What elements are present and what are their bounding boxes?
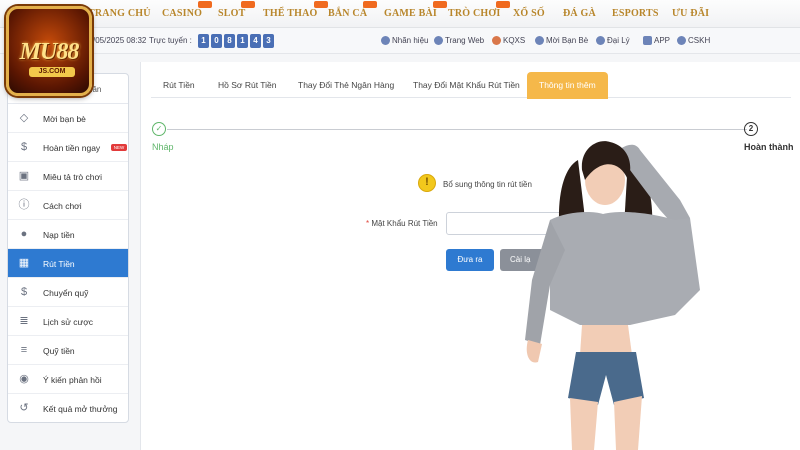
sidebar-item-bet-history[interactable]: ≣ Lịch sử cược (8, 307, 128, 336)
step-number: 2 (744, 122, 758, 136)
nav-item-promotions[interactable]: ƯU ĐÃI (672, 8, 709, 19)
clock-history-icon: ↺ (19, 402, 29, 414)
top-nav: TRANG CHỦ CASINO SLOT THỂ THAO BẮN CÁ GA… (0, 0, 800, 28)
new-badge: NEW (111, 144, 127, 151)
cash-icon: ≡ (20, 344, 28, 356)
fire-icon (492, 36, 501, 45)
sidebar-item-draw-results[interactable]: ↺ Kết quả mở thưởng (8, 394, 128, 423)
transfer-icon: $ (20, 286, 28, 298)
nav-item-lottery[interactable]: XỔ SỐ (513, 8, 545, 19)
hot-badge (496, 1, 511, 8)
tab-more-info[interactable]: Thông tin thêm (527, 72, 608, 99)
check-icon: ✓ (152, 122, 166, 136)
online-label: Trực tuyến : (149, 36, 192, 45)
sidebar-item-how-to-play[interactable]: ⓘ Cách chơi (8, 191, 128, 220)
sidebar-item-cashback[interactable]: $ Hoàn tiền ngay NEW (8, 133, 128, 162)
online-digit: 8 (224, 34, 235, 48)
tab-withdraw-history[interactable]: Hồ Sơ Rút Tiền (218, 80, 277, 90)
sidebar-item-deposit[interactable]: ● Nạp tiền (8, 220, 128, 249)
step-complete-label: Hoàn thành (744, 142, 794, 152)
nav-item-cockfight[interactable]: ĐÁ GÀ (563, 8, 596, 19)
sidebar-item-feedback[interactable]: ◉ Ý kiến phản hồi (8, 365, 128, 394)
link-brand[interactable]: Nhãn hiệu (381, 36, 428, 45)
hot-badge (198, 1, 213, 8)
online-digit: 1 (198, 34, 209, 48)
nav-item-fishing[interactable]: BẮN CÁ (328, 1, 378, 19)
info-icon: ⓘ (18, 199, 30, 211)
brand-icon (381, 36, 390, 45)
sidebar-item-withdraw[interactable]: ▦ Rút Tiền (8, 249, 128, 278)
sidebar-item-funds[interactable]: ≡ Quỹ tiền (8, 336, 128, 365)
nav-item-card-games[interactable]: GAME BÀI (384, 1, 447, 19)
tab-bar: Rút Tiền Hồ Sơ Rút Tiền Thay Đổi Thẻ Ngâ… (151, 72, 791, 99)
tab-change-withdraw-password[interactable]: Thay Đổi Mật Khẩu Rút Tiền (413, 80, 520, 90)
nav-item-sports[interactable]: THỂ THAO (263, 1, 328, 19)
piggy-bank-icon: ● (20, 228, 28, 240)
tab-withdraw[interactable]: Rút Tiền (163, 80, 195, 90)
step-progress-line (167, 129, 747, 130)
online-digit: 3 (263, 34, 274, 48)
password-label: * Mật Khẩu Rút Tiền (366, 219, 438, 228)
link-support[interactable]: CSKH (677, 36, 710, 45)
heart-icon (596, 36, 605, 45)
info-bar: /05/2025 08:32 Trực tuyến : 1 0 8 1 4 3 … (0, 28, 800, 54)
hot-badge (363, 1, 378, 8)
history-doc-icon: ≣ (19, 315, 29, 327)
gamepad-icon: ▣ (18, 170, 30, 182)
hot-badge (313, 1, 328, 8)
hot-badge (433, 1, 447, 8)
sidebar-item-game-description[interactable]: ▣ Miêu tả trò chơi (8, 162, 128, 191)
sidebar-item-transfer[interactable]: $ Chuyển quỹ (8, 278, 128, 307)
brand-logo[interactable]: MU88 JS.COM (6, 6, 92, 96)
nav-item-esports[interactable]: ESPORTS (612, 8, 659, 19)
nav-item-home[interactable]: TRANG CHỦ (88, 8, 151, 19)
link-invite-friends[interactable]: Mời Bạn Bè (535, 36, 588, 45)
phone-icon (643, 36, 652, 45)
datetime: /05/2025 08:32 (93, 36, 147, 45)
link-website[interactable]: Trang Web (434, 36, 484, 45)
nav-item-games[interactable]: TRÒ CHƠI (448, 1, 511, 19)
required-mark: * (366, 219, 370, 228)
link-app[interactable]: APP (643, 36, 670, 45)
support-icon (677, 36, 686, 45)
withdraw-icon: ▦ (18, 257, 30, 269)
users-icon (535, 36, 544, 45)
submit-button[interactable]: Đưa ra (446, 249, 494, 271)
logo-text: MU88 (19, 39, 80, 65)
model-photo (525, 141, 700, 450)
sidebar-item-invite-friends[interactable]: ◇ Mời bạn bè (8, 104, 128, 133)
warning-icon: ! (418, 174, 436, 192)
hot-badge (241, 1, 256, 8)
logo-subtext: JS.COM (29, 67, 75, 77)
online-counter: 1 0 8 1 4 3 (198, 34, 274, 48)
link-agent[interactable]: Đại Lý (596, 36, 630, 45)
online-digit: 4 (250, 34, 261, 48)
link-kqxs[interactable]: KQXS (492, 36, 525, 45)
tab-change-bank-card[interactable]: Thay Đổi Thẻ Ngân Hàng (298, 80, 394, 90)
nav-item-casino[interactable]: CASINO (162, 1, 213, 19)
coin-icon: $ (20, 141, 28, 153)
diamond-icon: ◇ (19, 112, 29, 124)
step-draft-label: Nháp (152, 142, 174, 152)
nav-item-slot[interactable]: SLOT (218, 1, 256, 19)
chat-icon: ◉ (19, 373, 29, 385)
sidebar: hân ◇ Mời bạn bè $ Hoàn tiền ngay NEW ▣ Miêu… (7, 73, 129, 423)
online-digit: 0 (211, 34, 222, 48)
online-digit: 1 (237, 34, 248, 48)
globe-icon (434, 36, 443, 45)
